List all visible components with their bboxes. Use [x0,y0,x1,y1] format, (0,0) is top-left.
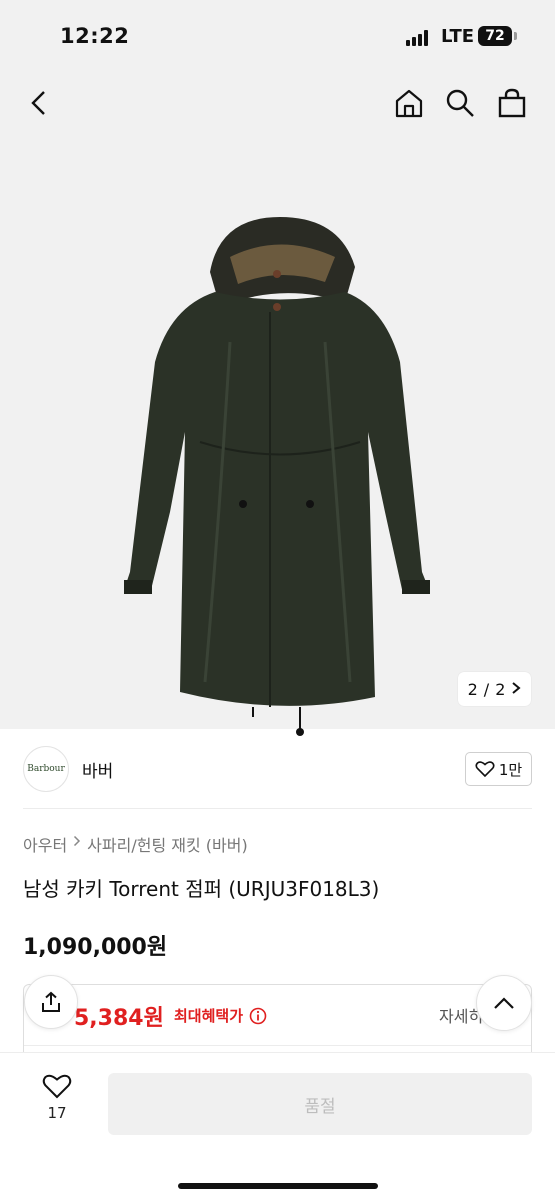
status-bar: 12:22 LTE 72 [0,0,555,72]
wish-button[interactable]: 17 [30,1073,84,1133]
benefit-divider [24,1045,531,1046]
brand-name[interactable]: 바버 [82,757,113,782]
benefit-price: 5,384원 [74,1006,164,1031]
info-icon[interactable] [249,1007,267,1025]
home-indicator [178,1183,378,1189]
soldout-button[interactable]: 품절 [108,1073,532,1135]
pager-current: 2 [467,679,478,699]
breadcrumb-item-outer[interactable]: 아우터 [23,832,67,856]
wish-count: 17 [47,1104,67,1122]
status-time: 12:22 [60,24,130,48]
search-icon [446,89,474,117]
cart-button[interactable] [495,86,529,120]
back-icon [31,91,45,115]
brand-like-button[interactable]: 1만 [465,752,532,786]
battery-icon: 72 [478,26,512,46]
product-image-gallery[interactable]: 2 / 2 [0,72,555,736]
product-price: 1,090,000원 [23,935,168,960]
signal-icon [406,30,432,46]
bottom-action-bar: 17 품절 [0,1052,555,1200]
network-label: LTE [441,26,475,47]
share-button[interactable] [24,975,78,1029]
brand-logo[interactable]: Barbour [23,746,69,792]
chevron-up-icon [494,997,514,1009]
brand-row: Barbour 바버 1만 [0,729,555,809]
share-icon [42,991,60,1012]
gallery-pager[interactable]: 2 / 2 [458,672,531,706]
pager-separator: / [483,679,490,699]
battery-tip [514,32,517,40]
scroll-top-button[interactable] [476,975,532,1031]
home-button[interactable] [392,86,426,120]
chevron-right-icon [73,832,81,856]
product-title: 남성 카키 Torrent 점퍼 (URJU3F018L3) [23,877,380,901]
benefit-label: 최대혜택가 [174,1005,267,1026]
divider [23,808,532,809]
breadcrumb: 아우터 사파리/헌팅 재킷 (바버) [23,832,248,856]
home-icon [395,89,423,118]
bag-icon [498,88,526,118]
benefit-label-text: 최대혜택가 [174,1007,244,1025]
heart-icon [475,761,495,778]
breadcrumb-item-category[interactable]: 사파리/헌팅 재킷 (바버) [87,832,248,856]
brand-like-count: 1만 [498,760,523,779]
product-image [124,217,430,736]
search-button[interactable] [443,86,477,120]
product-page: 12:22 LTE 72 2 / 2 Barbour 바버 1만 아우터 사파리… [0,0,555,1200]
chevron-right-icon [511,680,521,699]
heart-icon [42,1074,72,1099]
back-button[interactable] [22,86,56,120]
pager-total: 2 [495,679,506,699]
